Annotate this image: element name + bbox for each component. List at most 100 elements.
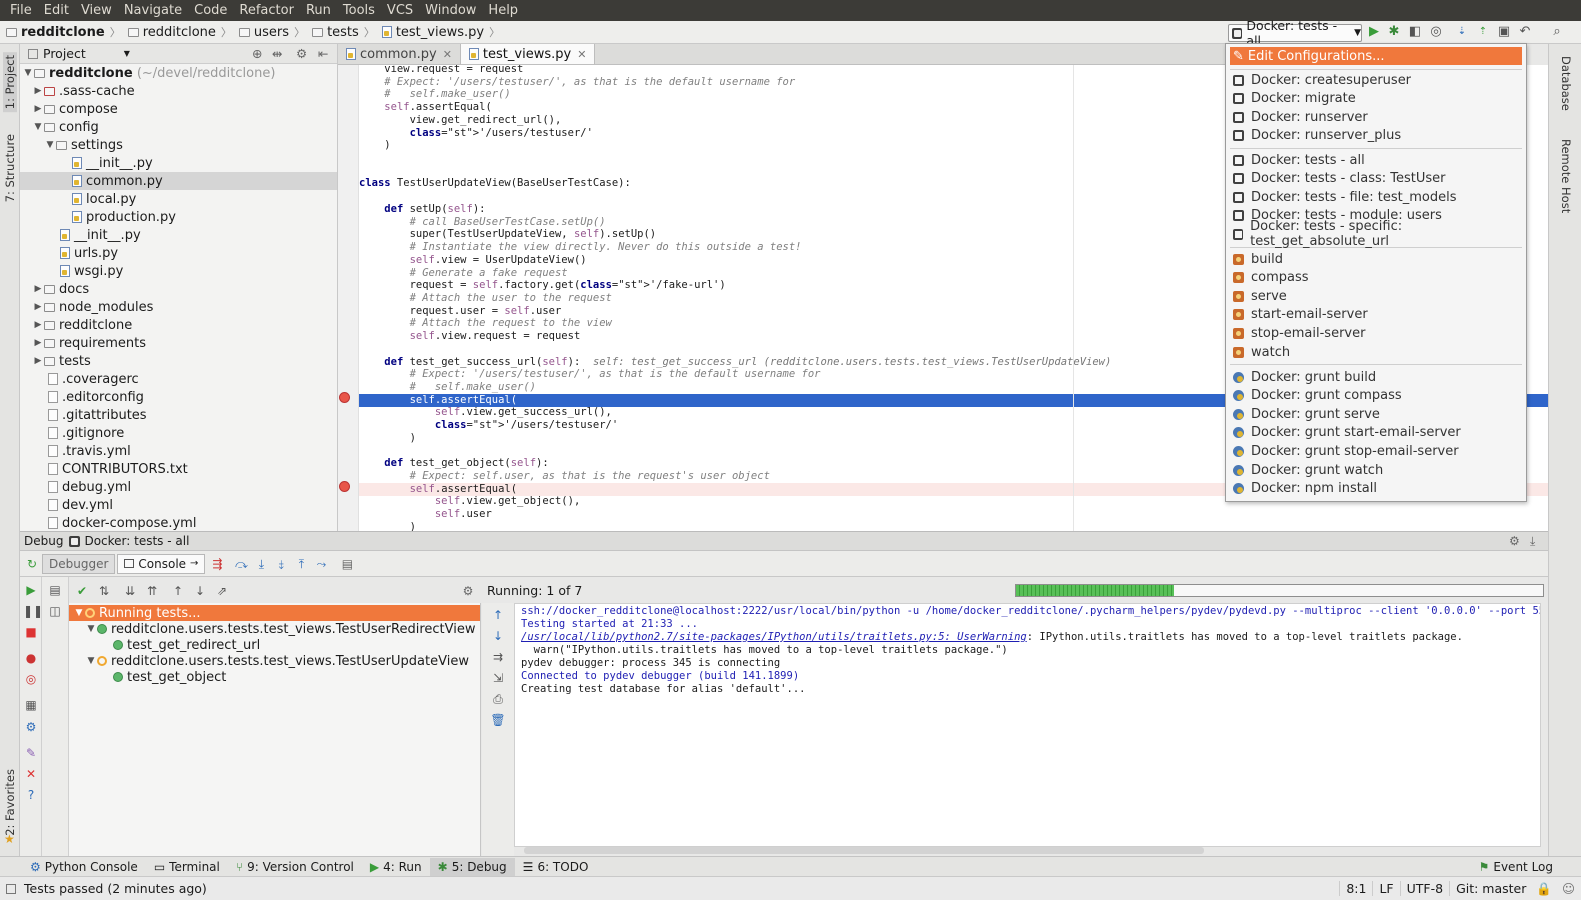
menu-item-run-config[interactable]: Docker: grunt stop-email-server — [1230, 442, 1522, 460]
menu-item-run-config[interactable]: Docker: tests - class: TestUser — [1230, 170, 1522, 188]
clear-all-icon[interactable]: 🗑 — [490, 712, 506, 728]
close-icon[interactable]: ✕ — [443, 48, 452, 61]
tree-item[interactable]: ▼ settings — [20, 136, 337, 154]
tree-item-selected[interactable]: common.py — [20, 172, 337, 190]
menu-item-run-config[interactable]: serve — [1230, 287, 1522, 305]
menu-item-run-config[interactable]: compass — [1230, 269, 1522, 287]
menu-view[interactable]: View — [75, 0, 118, 21]
tool-remote-host[interactable]: Remote Host — [1559, 139, 1573, 213]
tab-run[interactable]: ▶ 4: Run — [362, 858, 430, 876]
breadcrumb-item[interactable]: redditclone 〉 — [127, 24, 237, 40]
menu-run[interactable]: Run — [300, 0, 337, 21]
revert-icon[interactable]: ↶ — [1518, 25, 1532, 39]
collapse-icon[interactable]: ⇹ — [272, 46, 282, 61]
tree-item[interactable]: production.py — [20, 208, 337, 226]
menu-item-run-config[interactable]: start-email-server — [1230, 306, 1522, 324]
layout-icon[interactable]: ▦ — [23, 697, 39, 713]
mute-breakpoints-icon[interactable]: ◎ — [23, 671, 39, 687]
soft-wrap-icon[interactable]: ⇉ — [490, 649, 506, 665]
export-icon[interactable]: ◫ — [47, 603, 63, 619]
stop-icon[interactable]: ■ — [23, 624, 39, 640]
test-suite[interactable]: ▼ redditclone.users.tests.test_views.Test… — [85, 653, 469, 669]
tree-item[interactable]: ▶ requirements — [20, 334, 337, 352]
close-icon[interactable]: ✕ — [23, 766, 39, 782]
scroll-to-end-icon[interactable]: ⇲ — [490, 670, 506, 686]
step-into-icon[interactable]: ⤓ — [253, 556, 269, 572]
menu-item-run-config[interactable]: Docker: grunt watch — [1230, 461, 1522, 479]
breakpoint-icon[interactable] — [339, 481, 350, 492]
tree-item[interactable]: .editorconfig — [20, 388, 337, 406]
debug-session-tab[interactable]: Docker: tests - all — [84, 534, 189, 548]
run-configuration-select[interactable]: Docker: tests - all ▼ — [1228, 18, 1362, 48]
vcs-update-icon[interactable]: ⇣ — [1455, 25, 1469, 39]
code-line[interactable]: self.user — [359, 508, 1548, 521]
tree-root[interactable]: ▼ redditclone (~/devel/redditclone) — [20, 64, 337, 82]
caret-position[interactable]: 8:1 — [1339, 881, 1372, 896]
tree-item[interactable]: .travis.yml — [20, 442, 337, 460]
run-icon[interactable]: ▶ — [1367, 25, 1381, 39]
tool-windows-icon[interactable] — [6, 883, 16, 894]
sort-alpha-icon[interactable]: ⇅ — [96, 583, 112, 599]
test-case[interactable]: test_get_object — [113, 669, 226, 685]
tool-database[interactable]: Database — [1559, 56, 1573, 111]
tree-item[interactable]: __init__.py — [20, 226, 337, 244]
gear-icon[interactable]: ⚙ — [296, 46, 307, 61]
pause-icon[interactable]: ❚❚ — [23, 603, 43, 619]
print-icon[interactable]: ⎙ — [490, 691, 506, 707]
profile-icon[interactable]: ◎ — [1429, 25, 1443, 39]
search-icon[interactable]: ⌕ — [1550, 25, 1564, 39]
previous-failed-icon[interactable]: ↑ — [170, 583, 186, 599]
tab-version-control[interactable]: ⑂ 9: Version Control — [228, 858, 362, 876]
tree-item[interactable]: CONTRIBUTORS.txt — [20, 460, 337, 478]
menu-navigate[interactable]: Navigate — [118, 0, 188, 21]
menu-item-run-config[interactable]: Docker: grunt compass — [1230, 387, 1522, 405]
menu-item-run-config[interactable]: Docker: migrate — [1230, 90, 1522, 108]
tab-python-console[interactable]: ⚙ Python Console — [22, 858, 146, 876]
test-case[interactable]: test_get_redirect_url — [113, 637, 260, 653]
breakpoint-icon[interactable] — [339, 392, 350, 403]
breadcrumb-item[interactable]: redditclone 〉 — [6, 24, 126, 40]
tree-item[interactable]: ▶ .sass-cache — [20, 82, 337, 100]
tree-item[interactable]: ▶ tests — [20, 352, 337, 370]
test-root-running[interactable]: ▼ Running tests... — [69, 605, 480, 621]
gear-icon[interactable]: ⚙ — [1509, 534, 1520, 548]
line-separator[interactable]: LF — [1372, 881, 1399, 896]
scroll-down-icon[interactable]: ↓ — [490, 628, 506, 644]
git-branch[interactable]: Git: master — [1449, 881, 1532, 896]
menu-item-run-config[interactable]: Docker: grunt build — [1230, 368, 1522, 386]
filter-passed-icon[interactable]: ✔ — [74, 583, 90, 599]
export-results-icon[interactable]: ⇗ — [214, 583, 230, 599]
tab-debug[interactable]: ✱ 5: Debug — [429, 857, 515, 876]
console-horizontal-scrollbar[interactable] — [524, 847, 1204, 854]
show-execution-point-icon[interactable]: ⇶ — [209, 556, 225, 572]
view-breakpoints-icon[interactable]: ● — [23, 650, 39, 666]
menu-edit[interactable]: Edit — [38, 0, 75, 21]
evaluate-icon[interactable]: ▤ — [339, 556, 355, 572]
tool-structure[interactable]: 7: Structure — [3, 134, 17, 202]
gear-icon[interactable]: ⚙ — [460, 583, 476, 599]
tool-project[interactable]: 1: Project — [3, 52, 17, 113]
menu-item-run-config[interactable]: Docker: createsuperuser — [1230, 71, 1522, 89]
tree-item[interactable]: __init__.py — [20, 154, 337, 172]
project-view-select[interactable]: Project — [43, 46, 86, 61]
menu-help[interactable]: Help — [482, 0, 524, 21]
next-failed-icon[interactable]: ↓ — [192, 583, 208, 599]
tree-item[interactable]: ▼ config — [20, 118, 337, 136]
tab-console[interactable]: Console → — [117, 553, 206, 574]
expand-all-icon[interactable]: ⇊ — [122, 583, 138, 599]
tab-test-views-py[interactable]: test_views.py ✕ — [460, 44, 596, 64]
step-into-my-code-icon[interactable]: ⤈ — [273, 556, 289, 572]
menu-item-run-config[interactable]: stop-email-server — [1230, 324, 1522, 342]
menu-item-run-config[interactable]: Docker: grunt start-email-server — [1230, 424, 1522, 442]
tree-item[interactable]: docker-compose.yml — [20, 514, 337, 531]
coverage-icon[interactable]: ◧ — [1408, 25, 1422, 39]
tab-terminal[interactable]: ▭ Terminal — [146, 858, 228, 876]
settings-icon[interactable]: ⚙ — [23, 719, 39, 735]
resume-icon[interactable]: ▶ — [23, 582, 39, 598]
tree-item[interactable]: ▶ docs — [20, 280, 337, 298]
help-icon[interactable]: ? — [23, 787, 39, 803]
tree-item[interactable]: .gitignore — [20, 424, 337, 442]
tree-item[interactable]: ▶ node_modules — [20, 298, 337, 316]
tool-favorites[interactable]: 2: Favorites — [3, 769, 17, 836]
menu-item-run-config[interactable]: build — [1230, 250, 1522, 268]
